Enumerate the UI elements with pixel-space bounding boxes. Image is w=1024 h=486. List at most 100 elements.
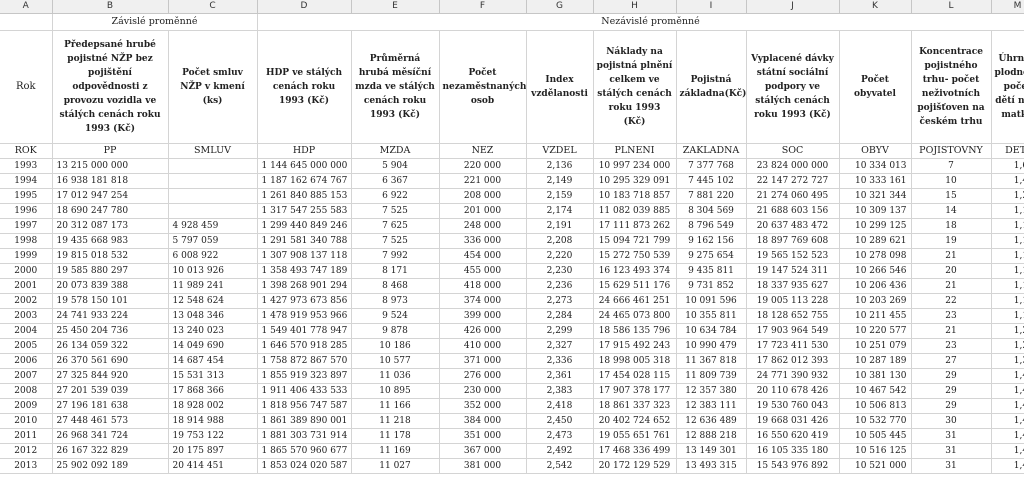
data-cell[interactable]: 29 [911, 398, 992, 414]
abbreviation-cell[interactable]: POJISTOVNY [911, 143, 992, 159]
column-header-a[interactable]: A [0, 0, 53, 14]
data-cell[interactable]: 371 000 [439, 353, 527, 369]
data-cell[interactable]: 351 000 [439, 428, 527, 444]
data-cell[interactable]: 30 [911, 413, 992, 429]
data-cell[interactable]: 1,226 [991, 323, 1024, 339]
data-cell[interactable]: 10 532 770 [839, 413, 912, 429]
data-cell[interactable]: 455 000 [439, 263, 527, 279]
data-cell[interactable]: 10 183 718 857 [593, 188, 677, 204]
data-cell[interactable]: 1 855 919 323 897 [257, 368, 352, 384]
data-cell[interactable]: 29 [911, 383, 992, 399]
data-cell[interactable]: 7 881 220 [676, 188, 747, 204]
data-cell[interactable]: 10 287 189 [839, 353, 912, 369]
abbreviation-cell[interactable]: NEZ [439, 143, 527, 159]
data-cell[interactable]: 21 274 060 495 [746, 188, 840, 204]
data-cell[interactable]: 10 333 161 [839, 173, 912, 189]
data-cell[interactable]: 8 796 549 [676, 218, 747, 234]
data-cell[interactable]: 26 370 561 690 [52, 353, 169, 369]
column-header-e[interactable]: E [351, 0, 440, 14]
data-cell[interactable]: 17 012 947 254 [52, 188, 169, 204]
data-cell[interactable]: 15 094 721 799 [593, 233, 677, 249]
data-cell[interactable]: 1 818 956 747 587 [257, 398, 352, 414]
data-cell[interactable]: 1,328 [991, 353, 1024, 369]
data-cell[interactable]: 10 266 546 [839, 263, 912, 279]
data-cell[interactable]: 2005 [0, 338, 53, 354]
data-cell[interactable]: 25 902 092 189 [52, 458, 169, 474]
data-cell[interactable]: 1 299 440 849 246 [257, 218, 352, 234]
data-cell[interactable]: 17 907 378 177 [593, 383, 677, 399]
data-cell[interactable]: 15 531 313 [168, 368, 258, 384]
data-cell[interactable]: 1 291 581 340 788 [257, 233, 352, 249]
data-cell[interactable]: 10 186 [351, 338, 440, 354]
data-cell[interactable]: 2,191 [526, 218, 594, 234]
data-cell[interactable]: 20 175 897 [168, 443, 258, 459]
column-header-b[interactable]: B [52, 0, 169, 14]
data-cell[interactable]: 10 289 621 [839, 233, 912, 249]
group-independent[interactable]: Nezávislé proměnné [257, 13, 1024, 31]
data-cell[interactable]: 10 506 813 [839, 398, 912, 414]
data-cell[interactable]: 11 027 [351, 458, 440, 474]
data-cell[interactable]: 1998 [0, 233, 53, 249]
data-cell[interactable]: 9 162 156 [676, 233, 747, 249]
data-cell[interactable]: 12 888 218 [676, 428, 747, 444]
data-cell[interactable]: 24 465 073 800 [593, 308, 677, 324]
data-cell[interactable]: 23 [911, 308, 992, 324]
data-cell[interactable]: 18 337 935 627 [746, 278, 840, 294]
data-cell[interactable]: 2012 [0, 443, 53, 459]
data-cell[interactable]: 15 543 976 892 [746, 458, 840, 474]
data-cell[interactable]: 2,418 [526, 398, 594, 414]
data-cell[interactable]: 2008 [0, 383, 53, 399]
data-cell[interactable]: 21 [911, 248, 992, 264]
data-cell[interactable]: 1 853 024 020 587 [257, 458, 352, 474]
variable-header[interactable]: Koncentrace pojistného trhu- počet neživ… [911, 30, 992, 144]
data-cell[interactable]: 9 275 654 [676, 248, 747, 264]
data-cell[interactable]: 2010 [0, 413, 53, 429]
data-cell[interactable]: 22 147 272 727 [746, 173, 840, 189]
data-cell[interactable]: 2009 [0, 398, 53, 414]
data-cell[interactable]: 1999 [0, 248, 53, 264]
column-header-d[interactable]: D [257, 0, 352, 14]
data-cell[interactable]: 2,230 [526, 263, 594, 279]
data-cell[interactable]: 29 [911, 368, 992, 384]
abbreviation-cell[interactable]: OBYV [839, 143, 912, 159]
data-cell[interactable]: 19 668 031 426 [746, 413, 840, 429]
column-header-l[interactable]: L [911, 0, 992, 14]
data-cell[interactable]: 26 134 059 322 [52, 338, 169, 354]
data-cell[interactable]: 26 968 341 724 [52, 428, 169, 444]
data-cell[interactable]: 1 358 493 747 189 [257, 263, 352, 279]
data-cell[interactable]: 15 629 511 176 [593, 278, 677, 294]
abbreviation-cell[interactable]: ZAKLADNA [676, 143, 747, 159]
data-cell[interactable]: 381 000 [439, 458, 527, 474]
data-cell[interactable]: 1 861 389 890 001 [257, 413, 352, 429]
data-cell[interactable]: 1,438 [991, 368, 1024, 384]
data-cell[interactable]: 12 357 380 [676, 383, 747, 399]
data-cell[interactable]: 1996 [0, 203, 53, 219]
data-cell[interactable]: 27 196 181 638 [52, 398, 169, 414]
data-cell[interactable]: 2,361 [526, 368, 594, 384]
data-cell[interactable]: 22 [911, 293, 992, 309]
data-cell[interactable] [168, 188, 258, 204]
data-cell[interactable]: 12 636 489 [676, 413, 747, 429]
variable-header[interactable]: Vyplacené dávky státní sociální podpory … [746, 30, 840, 144]
data-cell[interactable]: 18 998 005 318 [593, 353, 677, 369]
data-cell[interactable]: 2000 [0, 263, 53, 279]
data-cell[interactable]: 26 167 322 829 [52, 443, 169, 459]
data-cell[interactable]: 15 [911, 188, 992, 204]
data-cell[interactable]: 8 973 [351, 293, 440, 309]
data-cell[interactable]: 10 634 784 [676, 323, 747, 339]
data-cell[interactable]: 1,666 [991, 158, 1024, 174]
column-header-k[interactable]: K [839, 0, 912, 14]
data-cell[interactable]: 18 128 652 755 [746, 308, 840, 324]
abbreviation-cell[interactable]: HDP [257, 143, 352, 159]
variable-header[interactable]: Počet smluv NŽP v kmení (ks) [168, 30, 258, 144]
abbreviation-cell[interactable]: SMLUV [168, 143, 258, 159]
data-cell[interactable]: 1 478 919 953 966 [257, 308, 352, 324]
data-cell[interactable]: 17 468 336 499 [593, 443, 677, 459]
data-cell[interactable]: 19 [911, 233, 992, 249]
data-cell[interactable]: 20 414 451 [168, 458, 258, 474]
column-header-j[interactable]: J [746, 0, 840, 14]
column-header-h[interactable]: H [593, 0, 677, 14]
data-cell[interactable]: 1,493 [991, 413, 1024, 429]
data-cell[interactable]: 352 000 [439, 398, 527, 414]
data-cell[interactable]: 1,146 [991, 278, 1024, 294]
